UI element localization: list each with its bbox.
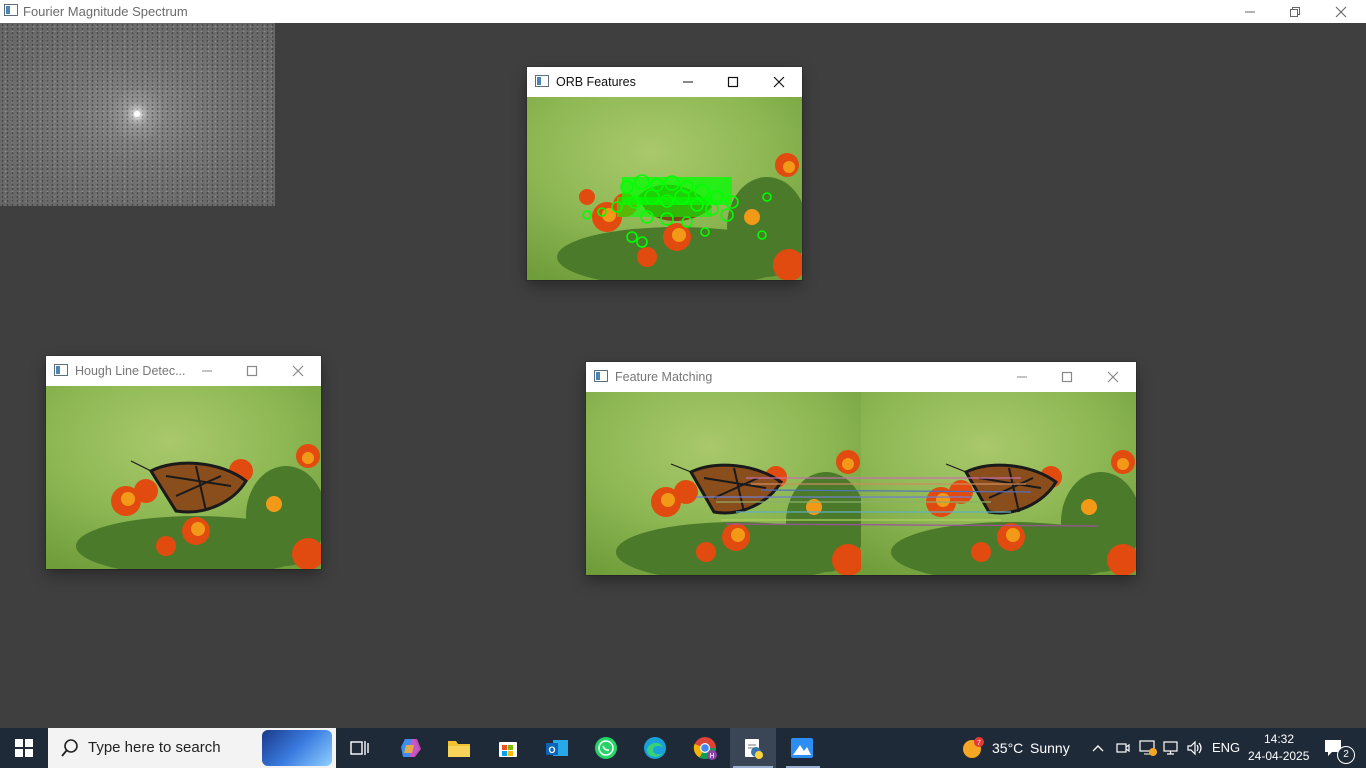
fourier-spectrum-image (0, 23, 275, 206)
search-highlight-illustration (262, 730, 332, 766)
taskbar: Type here to search O H 7 35°C Sunny ENG… (0, 728, 1366, 768)
opencv-window-icon (535, 75, 549, 87)
camera-icon (1116, 743, 1130, 753)
chrome-button[interactable]: H (686, 728, 724, 768)
display-alert-icon (1139, 740, 1157, 756)
hough-line-window[interactable]: Hough Line Detec... (46, 356, 321, 569)
opencv-window-icon (54, 364, 68, 376)
chrome-icon: H (693, 737, 717, 760)
search-placeholder: Type here to search (88, 739, 221, 756)
minimize-button[interactable] (1227, 0, 1273, 23)
task-view-icon (350, 741, 369, 755)
edge-button[interactable] (636, 728, 674, 768)
whatsapp-button[interactable] (587, 728, 625, 768)
close-icon (292, 365, 303, 377)
python-icon (745, 739, 763, 759)
close-button[interactable] (1318, 0, 1364, 23)
orb-minimize-button[interactable] (665, 67, 710, 97)
weather-condition: Sunny (1030, 740, 1070, 756)
matching-window-title: Feature Matching (615, 370, 713, 384)
feature-matching-image (586, 392, 1136, 575)
clock-date[interactable]: 24-04-2025 (1248, 749, 1309, 763)
hough-line-image (46, 386, 321, 569)
restore-icon (1290, 6, 1300, 17)
restore-button[interactable] (1272, 0, 1318, 23)
minimize-icon (1245, 11, 1255, 12)
butterfly-pair-scene (586, 392, 1136, 575)
orb-window-title: ORB Features (556, 75, 636, 89)
show-hidden-icons-button[interactable] (1089, 728, 1107, 768)
hough-minimize-button[interactable] (184, 356, 229, 386)
butterfly-scene (527, 97, 802, 280)
copilot-icon (401, 739, 421, 757)
photos-icon (791, 738, 813, 758)
search-icon (61, 739, 78, 757)
main-window-titlebar[interactable]: Fourier Magnitude Spectrum (0, 0, 1366, 23)
matching-window-titlebar[interactable]: Feature Matching (586, 362, 1136, 392)
main-window-title: Fourier Magnitude Spectrum (23, 4, 188, 19)
hough-close-button[interactable] (275, 356, 320, 386)
task-view-button[interactable] (342, 728, 378, 768)
python-button[interactable] (730, 728, 776, 768)
meet-now-button[interactable] (1113, 728, 1133, 768)
orb-maximize-button[interactable] (710, 67, 755, 97)
notification-count: 2 (1337, 746, 1355, 764)
whatsapp-icon (595, 737, 617, 759)
svg-text:O: O (548, 745, 555, 755)
input-language[interactable]: ENG (1212, 740, 1240, 755)
matching-maximize-button[interactable] (1044, 362, 1089, 392)
orb-features-image (527, 97, 802, 280)
close-icon (1107, 371, 1118, 383)
microsoft-store-button[interactable] (489, 728, 527, 768)
butterfly-scene (46, 386, 321, 569)
ethernet-button[interactable] (1161, 728, 1183, 768)
microsoft-store-icon (499, 742, 517, 757)
start-icon (15, 739, 33, 757)
orb-close-button[interactable] (756, 67, 801, 97)
feature-matching-window[interactable]: Feature Matching (586, 362, 1136, 575)
maximize-icon (246, 365, 257, 377)
network-status-button[interactable] (1137, 728, 1159, 768)
minimize-icon (1016, 376, 1027, 378)
file-explorer-icon (448, 741, 470, 757)
outlook-button[interactable]: O (538, 728, 576, 768)
matching-close-button[interactable] (1090, 362, 1135, 392)
notification-center-button[interactable]: 2 (1320, 728, 1355, 768)
weather-button[interactable]: 7 (958, 728, 988, 768)
speaker-icon (1187, 740, 1202, 756)
hough-window-titlebar[interactable]: Hough Line Detec... (46, 356, 321, 386)
opencv-window-icon (594, 370, 608, 382)
search-box[interactable]: Type here to search (48, 728, 336, 768)
copilot-button[interactable] (392, 728, 430, 768)
weather-temp: 35°C (992, 740, 1024, 756)
close-icon (773, 76, 784, 88)
maximize-icon (727, 76, 738, 88)
hough-maximize-button[interactable] (229, 356, 274, 386)
weather-badge: 7 (977, 740, 981, 747)
clock-time[interactable]: 14:32 (1264, 732, 1294, 746)
orb-features-window[interactable]: ORB Features (527, 67, 802, 280)
svg-text:H: H (709, 753, 714, 760)
minimize-icon (201, 370, 212, 372)
matching-minimize-button[interactable] (999, 362, 1044, 392)
file-explorer-button[interactable] (440, 728, 478, 768)
minimize-icon (682, 81, 693, 83)
network-icon (1163, 741, 1178, 755)
sun-icon: 7 (963, 737, 984, 758)
volume-button[interactable] (1184, 728, 1206, 768)
start-button[interactable] (0, 728, 48, 768)
maximize-icon (1061, 371, 1072, 383)
close-icon (1335, 6, 1347, 17)
chevron-up-icon (1092, 745, 1104, 752)
opencv-window-icon (4, 4, 18, 16)
hough-window-title: Hough Line Detec... (75, 364, 186, 378)
photos-button[interactable] (783, 728, 821, 768)
orb-window-titlebar[interactable]: ORB Features (527, 67, 802, 97)
outlook-icon: O (546, 740, 568, 756)
edge-icon (644, 737, 666, 759)
